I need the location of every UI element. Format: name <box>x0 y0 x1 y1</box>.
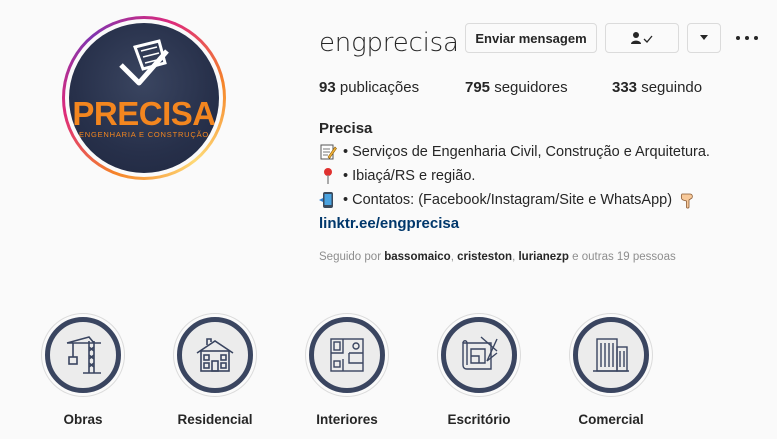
followers-link[interactable]: 795 seguidores <box>465 79 568 96</box>
followed-by-suffix: e outras 19 pessoas <box>572 251 676 263</box>
highlight-cover <box>441 317 517 393</box>
avatar-brand-text: PRECISA <box>72 95 216 132</box>
dot <box>745 36 749 40</box>
highlight-label: Residencial <box>177 412 253 427</box>
followers-count-label: seguidores <box>494 79 568 96</box>
posts-count-value: 93 <box>319 79 336 96</box>
following-count-label: seguindo <box>641 79 703 96</box>
dot <box>754 36 758 40</box>
followed-by-user[interactable]: cristeston <box>457 251 512 263</box>
chevron-down-icon <box>700 35 708 40</box>
highlight-label: Obras <box>63 412 103 427</box>
pushpin-icon <box>324 168 332 184</box>
highlight-cover <box>177 317 253 393</box>
floor-plan-icon <box>330 338 364 372</box>
pointing-down-hand-icon <box>681 193 693 209</box>
profile-username: engprecisa <box>319 28 459 58</box>
mobile-phone-icon <box>319 192 333 208</box>
highlight-cover <box>45 317 121 393</box>
highlight-residencial[interactable]: Residencial <box>160 313 270 427</box>
highlight-ring <box>569 313 653 397</box>
highlight-interiores[interactable]: Interiores <box>292 313 402 427</box>
highlight-ring <box>173 313 257 397</box>
highlight-label: Interiores <box>316 412 378 427</box>
avatar-image: PRECISA ENGENHARIA E CONSTRUÇÃO <box>69 23 219 173</box>
bio-line-location-text: • Ibiaçá/RS e região. <box>343 168 476 184</box>
following-button[interactable] <box>605 23 679 53</box>
house-icon <box>196 338 234 372</box>
person-check-icon <box>631 32 653 44</box>
highlight-label: Escritório <box>447 412 511 427</box>
highlight-comercial[interactable]: Comercial <box>556 313 666 427</box>
followed-by-user[interactable]: bassomaico <box>384 251 450 263</box>
followers-count-value: 795 <box>465 79 491 96</box>
send-message-button[interactable]: Enviar mensagem <box>465 23 597 53</box>
bio-line-location: • Ibiaçá/RS e região. <box>319 167 475 185</box>
blueprint-icon <box>462 336 498 370</box>
highlight-cover <box>573 317 649 393</box>
highlight-label: Comercial <box>578 412 644 427</box>
memo-icon <box>320 144 337 160</box>
highlight-escritorio[interactable]: Escritório <box>424 313 534 427</box>
send-message-label: Enviar mensagem <box>475 30 587 46</box>
precisa-logo-icon <box>119 39 169 86</box>
followed-by-user[interactable]: lurianezp <box>518 251 568 263</box>
posts-count-label: publicações <box>339 79 420 96</box>
dot <box>736 36 740 40</box>
bio-line-services-text: • Serviços de Engenharia Civil, Construç… <box>343 144 710 160</box>
profile-avatar[interactable]: PRECISA ENGENHARIA E CONSTRUÇÃO <box>62 16 226 180</box>
bio-line-contacts-text: • Contatos: (Facebook/Instagram/Site e W… <box>343 192 673 208</box>
posts-count: 93 publicações <box>319 79 419 96</box>
highlight-cover <box>309 317 385 393</box>
bio-line-services: • Serviços de Engenharia Civil, Construç… <box>319 143 710 161</box>
avatar-tagline-text: ENGENHARIA E CONSTRUÇÃO <box>78 130 210 139</box>
following-link[interactable]: 333 seguindo <box>612 79 702 96</box>
highlight-ring <box>437 313 521 397</box>
more-options-icon[interactable] <box>736 28 758 48</box>
bio-website-link[interactable]: linktr.ee/engprecisa <box>319 215 459 232</box>
highlight-ring <box>305 313 389 397</box>
followed-by-text[interactable]: Seguido por bassomaico, cristeston, luri… <box>319 251 676 263</box>
bio-line-contacts: • Contatos: (Facebook/Instagram/Site e W… <box>319 191 696 209</box>
highlight-ring <box>41 313 125 397</box>
following-count-value: 333 <box>612 79 638 96</box>
building-icon <box>593 338 629 372</box>
bio-name: Precisa <box>319 120 373 137</box>
highlight-obras[interactable]: Obras <box>28 313 138 427</box>
followed-by-prefix: Seguido por <box>319 251 382 263</box>
suggested-dropdown-button[interactable] <box>687 23 721 53</box>
crane-icon <box>66 336 101 374</box>
